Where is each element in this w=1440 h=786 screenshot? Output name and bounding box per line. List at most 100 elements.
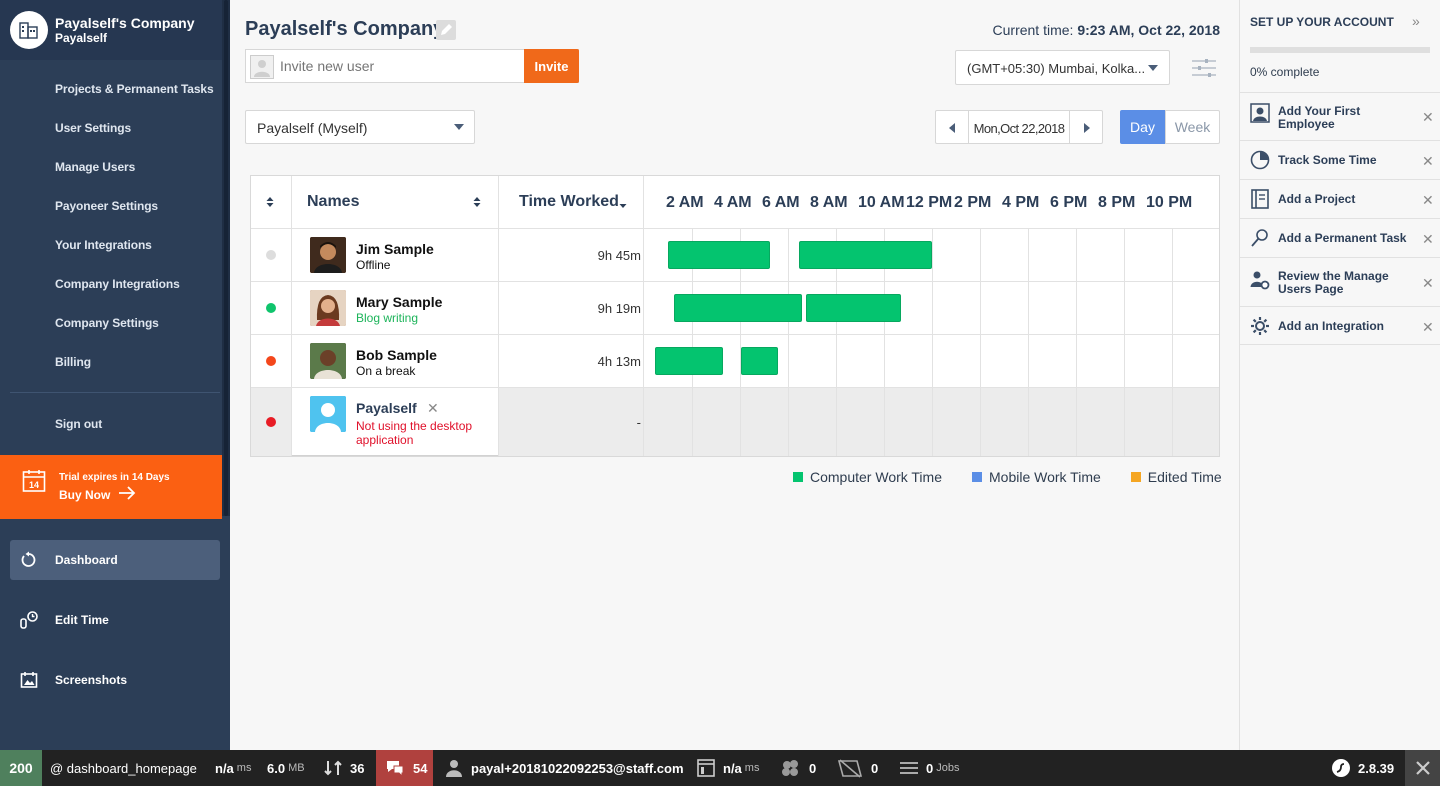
- requests-count[interactable]: 36: [324, 750, 364, 786]
- trial-banner[interactable]: 14 Trial expires in 14 Days Buy Now: [0, 455, 222, 519]
- date-display[interactable]: Mon,Oct 22,2018: [969, 110, 1069, 144]
- company-name: Payalself's Company: [55, 15, 195, 31]
- current-time-value: 9:23 AM, Oct 22, 2018: [1077, 22, 1220, 38]
- menu-user-settings[interactable]: User Settings: [55, 121, 131, 135]
- security-panel[interactable]: 0: [837, 750, 878, 786]
- nav-edit-time[interactable]: Edit Time: [10, 600, 220, 640]
- nav-dashboard[interactable]: Dashboard: [10, 540, 220, 580]
- route-name[interactable]: @ dashboard_homepage: [50, 750, 197, 786]
- dashboard-icon: [21, 551, 36, 567]
- setup-task-label: Add Your First Employee: [1278, 104, 1361, 131]
- current-time-label: Current time:: [992, 22, 1078, 38]
- main-content: Payalself's Company Current time: 9:23 A…: [230, 0, 1239, 750]
- view-week-button[interactable]: Week: [1165, 110, 1220, 144]
- company-switcher[interactable]: Payalself's Company Payalself: [0, 0, 222, 60]
- time-bar[interactable]: [668, 241, 770, 269]
- next-date-button[interactable]: [1069, 110, 1103, 144]
- setup-task-add-integration[interactable]: Add an Integration ✕: [1240, 306, 1440, 345]
- time-bar[interactable]: [806, 294, 901, 322]
- legend-label: Mobile Work Time: [989, 469, 1101, 485]
- edit-company-button[interactable]: [436, 20, 456, 40]
- menu-divider: [10, 392, 220, 393]
- filter-sliders-icon[interactable]: [1191, 57, 1217, 79]
- employee-status: Not using the desktop application: [356, 419, 473, 447]
- close-icon[interactable]: ✕: [1422, 109, 1434, 126]
- time-bar[interactable]: [741, 347, 779, 375]
- sidebar-scrollbar[interactable]: [224, 0, 228, 516]
- menu-company-settings[interactable]: Company Settings: [55, 316, 159, 330]
- toolbar-close-icon[interactable]: [1405, 750, 1440, 786]
- hour-gridline: [980, 228, 981, 456]
- menu-projects-permanent-tasks[interactable]: Projects & Permanent Tasks: [55, 82, 214, 96]
- setup-task-add-permanent-task[interactable]: Add a Permanent Task ✕: [1240, 218, 1440, 257]
- menu-your-integrations[interactable]: Your Integrations: [55, 238, 152, 252]
- setup-task-label: Review the Manage Users Page: [1278, 269, 1389, 296]
- nav-screenshots[interactable]: Screenshots: [10, 660, 220, 700]
- pencil-icon: [441, 24, 452, 35]
- jobs-value: 0: [926, 760, 934, 776]
- memory-usage[interactable]: 6.0 MB: [267, 750, 305, 786]
- close-icon[interactable]: ✕: [1422, 231, 1434, 248]
- logged-user[interactable]: payal+20181022092253@staff.com: [446, 750, 684, 786]
- employee-name[interactable]: Payalself: [356, 400, 417, 416]
- close-icon[interactable]: ✕: [1422, 275, 1434, 292]
- route-label: @ dashboard_homepage: [50, 760, 197, 776]
- invite-button[interactable]: Invite: [524, 49, 579, 83]
- setup-panel: SET UP YOUR ACCOUNT » 0% complete Add Yo…: [1239, 0, 1440, 750]
- request-time[interactable]: n/a ms: [215, 750, 251, 786]
- setup-task-add-project[interactable]: Add a Project ✕: [1240, 179, 1440, 218]
- close-icon[interactable]: ✕: [1422, 153, 1434, 170]
- requests-value: 36: [350, 760, 365, 776]
- jobs-panel[interactable]: 0 Jobs: [900, 750, 959, 786]
- view-day-button[interactable]: Day: [1120, 110, 1165, 144]
- symfony-version[interactable]: 2.8.39: [1332, 750, 1394, 786]
- employee-name[interactable]: Jim Sample: [356, 241, 434, 257]
- menu-manage-users[interactable]: Manage Users: [55, 160, 135, 174]
- prev-date-button[interactable]: [935, 110, 969, 144]
- timezone-select[interactable]: (GMT+05:30) Mumbai, Kolka...: [955, 50, 1170, 85]
- time-worked: -: [636, 415, 641, 430]
- request-time-value: n/a: [215, 760, 234, 776]
- hour-label: 2 PM: [954, 194, 992, 211]
- time-bar[interactable]: [674, 294, 803, 322]
- setup-task-review-manage-users[interactable]: Review the Manage Users Page ✕: [1240, 257, 1440, 306]
- time-bar[interactable]: [798, 241, 932, 269]
- render-time[interactable]: n/a ms: [697, 750, 759, 786]
- invite-email-input[interactable]: [280, 50, 520, 82]
- sort-status-icon[interactable]: [266, 196, 274, 208]
- legend-label: Edited Time: [1147, 469, 1222, 485]
- menu-sign-out[interactable]: Sign out: [55, 417, 102, 431]
- hour-label: 4 AM: [714, 194, 752, 211]
- buy-now-link[interactable]: Buy Now: [59, 488, 110, 502]
- menu-company-integrations[interactable]: Company Integrations: [55, 277, 180, 291]
- current-time: Current time: 9:23 AM, Oct 22, 2018: [993, 22, 1220, 38]
- names-column-header[interactable]: Names: [307, 193, 359, 211]
- setup-task-label: Add a Permanent Task: [1278, 231, 1407, 245]
- swap-arrows-icon: [324, 760, 342, 776]
- close-icon[interactable]: ✕: [1422, 319, 1434, 336]
- status-code[interactable]: 200: [0, 750, 42, 786]
- sort-names-icon[interactable]: [473, 196, 481, 208]
- sort-desc-icon[interactable]: [619, 203, 627, 209]
- time-worked-column-header[interactable]: Time Worked: [519, 193, 619, 211]
- close-icon[interactable]: ✕: [1422, 192, 1434, 209]
- hour-label: 10 AM: [858, 194, 905, 211]
- close-icon[interactable]: ✕: [427, 400, 439, 417]
- menu-payoneer-settings[interactable]: Payoneer Settings: [55, 199, 158, 213]
- pie-clock-icon: [1250, 150, 1270, 170]
- menu-billing[interactable]: Billing: [55, 355, 91, 369]
- setup-task-track-time[interactable]: Track Some Time ✕: [1240, 140, 1440, 179]
- sidebar: Payalself's Company Payalself Projects &…: [0, 0, 230, 750]
- time-bar[interactable]: [654, 347, 724, 375]
- employee-name[interactable]: Bob Sample: [356, 347, 437, 363]
- log-errors[interactable]: 54: [376, 750, 433, 786]
- hour-gridline: [1124, 228, 1125, 456]
- edit-time-icon: [20, 611, 38, 629]
- collapse-panel-icon[interactable]: »: [1412, 13, 1420, 29]
- column-divider: [498, 176, 499, 456]
- cache-calls[interactable]: 0: [780, 750, 816, 786]
- employee-name[interactable]: Mary Sample: [356, 294, 442, 310]
- setup-task-add-employee[interactable]: Add Your First Employee ✕: [1240, 92, 1440, 140]
- user-filter-select[interactable]: Payalself (Myself): [245, 110, 475, 144]
- notebook-icon: [1251, 189, 1269, 209]
